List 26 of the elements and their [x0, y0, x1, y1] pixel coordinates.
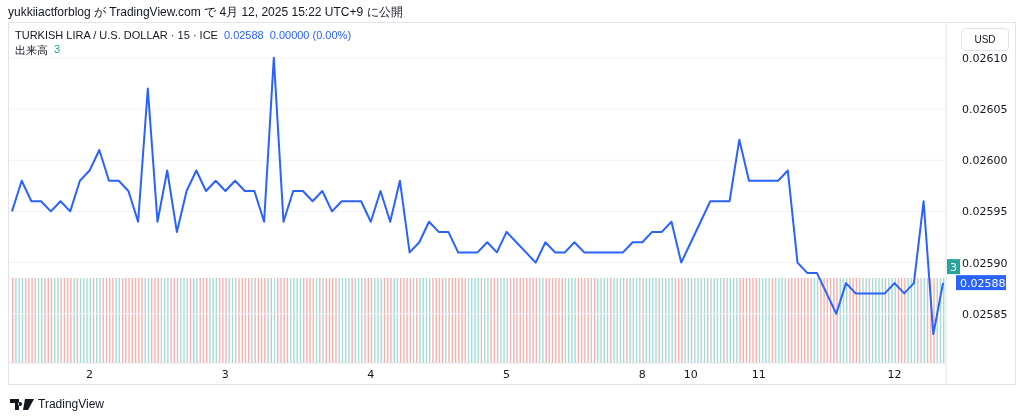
x-axis-label: 3: [221, 368, 229, 381]
x-axis-label: 12: [887, 368, 902, 381]
x-axis-label: 10: [683, 368, 698, 381]
y-axis-label: 0.02585: [962, 307, 1008, 321]
x-axis-label: 2: [86, 368, 94, 381]
currency-button[interactable]: USD: [961, 28, 1009, 51]
last-price-badge: 0.02588: [956, 275, 1006, 291]
y-axis-label: 0.02595: [962, 205, 1008, 219]
y-axis-label: 0.02610: [962, 51, 1008, 65]
symbol-title: TURKISH LIRA / U.S. DOLLAR · 15 · ICE: [15, 29, 218, 41]
x-axis-label: 8: [638, 368, 646, 381]
x-axis-label: 4: [367, 368, 375, 381]
y-axis-label: 0.02600: [962, 154, 1008, 168]
last-price: 0.02588: [223, 29, 264, 41]
last-price-line: [942, 282, 947, 284]
y-axis-label: 0.02605: [962, 103, 1008, 116]
x-axis-label: 11: [751, 368, 766, 381]
price-change: 0.00000 (0.00%): [269, 29, 352, 41]
volume-value: 3: [54, 43, 61, 57]
brand-name: TradingView: [38, 397, 105, 411]
volume-badge: 3: [947, 259, 960, 275]
caption: yukkiiactforblog が TradingView.com で 4月 12, 2025 15:22 UTC+9 に公開: [7, 4, 404, 21]
x-axis-label: 5: [503, 368, 511, 381]
y-axis-label: 0.02590: [962, 256, 1008, 270]
logo-icon: [10, 398, 34, 410]
volume-label: 出来高: [15, 43, 48, 58]
